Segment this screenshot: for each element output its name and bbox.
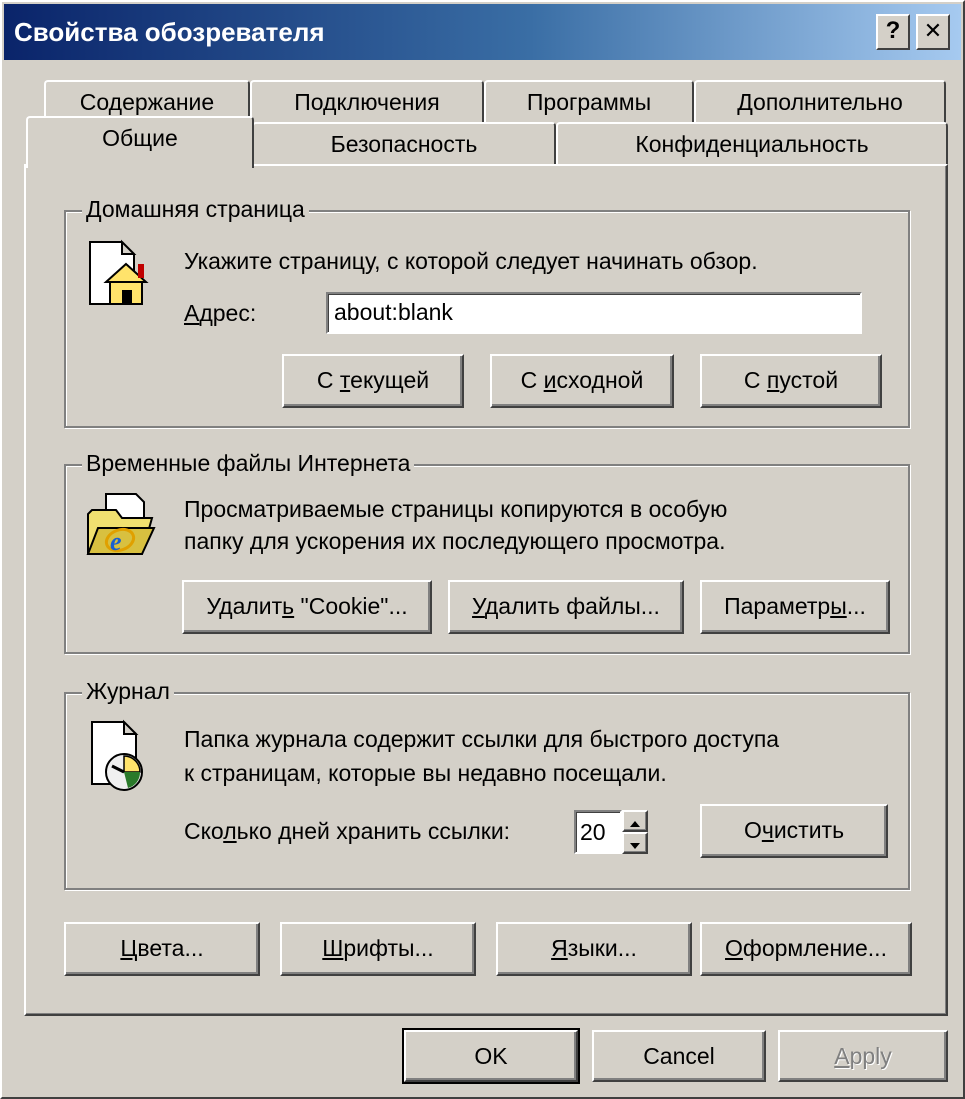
btn-text: "Cookie"...	[294, 593, 408, 619]
delete-files-button[interactable]: Удалить файлы...	[448, 580, 684, 634]
tab-label: Подключения	[294, 89, 440, 115]
btn-accel: т	[339, 367, 351, 393]
languages-button[interactable]: Языки...	[496, 922, 692, 976]
address-input[interactable]: about:blank	[326, 292, 862, 334]
tab-programs[interactable]: Программы	[484, 80, 694, 124]
home-description: Укажите страницу, с которой следует начи…	[184, 248, 758, 274]
group-history: Журнал	[64, 678, 910, 890]
svg-text:e: e	[110, 527, 122, 556]
history-description-line2: к страницам, которые вы недавно посещали…	[184, 760, 667, 786]
tab-label: Программы	[526, 89, 652, 115]
btn-text: зыки...	[567, 935, 637, 961]
temp-description-line2: папку для ускорения их последующего прос…	[184, 528, 726, 554]
title-bar[interactable]: Свойства обозревателя ? ✕	[4, 4, 961, 60]
btn-text: С	[520, 367, 544, 393]
accessibility-button[interactable]: Оформление...	[700, 922, 912, 976]
days-label: Сколько дней хранить ссылки:	[184, 818, 510, 845]
history-description-line1: Папка журнала содержит ссылки для быстро…	[184, 726, 780, 752]
label-text: ько дней хранить ссылки:	[236, 818, 511, 844]
settings-button[interactable]: Параметры...	[700, 580, 890, 634]
help-button[interactable]: ?	[876, 14, 910, 50]
btn-accel: Ц	[120, 935, 138, 961]
use-blank-button[interactable]: С пустой	[700, 354, 882, 408]
label-accel: л	[223, 818, 237, 844]
btn-text: далить файлы...	[484, 593, 660, 619]
ok-button[interactable]: OK	[402, 1028, 580, 1084]
group-legend: Временные файлы Интернета	[82, 450, 415, 477]
btn-text: OK	[474, 1043, 508, 1069]
ie-folder-icon: e	[86, 493, 156, 556]
days-spinner[interactable]	[622, 810, 648, 854]
btn-text: екущей	[350, 367, 430, 393]
btn-accel: ь	[282, 593, 295, 619]
tab-connections[interactable]: Подключения	[250, 80, 484, 124]
use-default-button[interactable]: С исходной	[490, 354, 674, 408]
label-text: Ско	[184, 818, 224, 844]
group-legend: Журнал	[82, 678, 174, 705]
fonts-button[interactable]: Шрифты...	[280, 922, 476, 976]
spin-up-button[interactable]	[622, 810, 648, 832]
btn-text: ...	[846, 593, 866, 619]
help-icon: ?	[885, 17, 901, 44]
btn-text: устой	[779, 367, 839, 393]
group-legend: Домашняя страница	[82, 196, 309, 223]
address-label: Адрес:	[184, 300, 257, 326]
home-page-icon	[89, 239, 149, 305]
use-current-button[interactable]: С текущей	[282, 354, 464, 408]
spin-down-button[interactable]	[622, 832, 648, 854]
btn-accel: и	[543, 367, 557, 393]
window-title: Свойства обозревателя	[14, 17, 325, 47]
tab-general[interactable]: Общие	[26, 116, 254, 168]
btn-accel: ч	[761, 817, 774, 843]
days-input[interactable]: 20	[574, 810, 622, 854]
btn-accel: О	[725, 935, 743, 961]
close-icon: ✕	[923, 18, 943, 43]
arrow-down-icon	[630, 843, 640, 849]
btn-text: С	[743, 367, 767, 393]
tab-label: Содержание	[79, 89, 215, 115]
btn-accel: Я	[551, 935, 568, 961]
close-button[interactable]: ✕	[916, 14, 950, 50]
btn-accel: ы	[830, 593, 847, 619]
tab-advanced[interactable]: Дополнительно	[694, 80, 946, 124]
tab-privacy[interactable]: Конфиденциальность	[556, 122, 948, 166]
btn-accel: A	[834, 1043, 850, 1069]
btn-text: истить	[773, 817, 845, 843]
tab-label: Безопасность	[330, 131, 478, 157]
tab-security[interactable]: Безопасность	[252, 122, 556, 166]
history-clock-icon	[91, 719, 143, 791]
btn-text: О	[743, 817, 762, 843]
btn-accel: У	[472, 593, 485, 619]
btn-text: С	[316, 367, 340, 393]
tab-label: Общие	[102, 125, 178, 151]
apply-button[interactable]: Apply	[778, 1030, 948, 1082]
btn-text: Параметр	[724, 593, 831, 619]
btn-text: вета...	[137, 935, 204, 961]
clear-history-button[interactable]: Очистить	[700, 804, 888, 858]
btn-text: Cancel	[643, 1043, 715, 1069]
colors-button[interactable]: Цвета...	[64, 922, 260, 976]
btn-text: Удалит	[206, 593, 283, 619]
btn-text: сходной	[556, 367, 644, 393]
temp-description-line1: Просматриваемые страницы копируются в ос…	[184, 496, 728, 522]
btn-text: рифты...	[343, 935, 434, 961]
tab-label: Конфиденциальность	[635, 131, 869, 157]
btn-text: pply	[849, 1043, 892, 1069]
cancel-button[interactable]: Cancel	[592, 1030, 766, 1082]
delete-cookies-button[interactable]: Удалить "Cookie"...	[182, 580, 432, 634]
tab-label: Дополнительно	[737, 89, 903, 115]
btn-accel: п	[766, 367, 780, 393]
arrow-up-icon	[630, 821, 640, 827]
btn-text: формление...	[742, 935, 887, 961]
btn-accel: Ш	[322, 935, 344, 961]
